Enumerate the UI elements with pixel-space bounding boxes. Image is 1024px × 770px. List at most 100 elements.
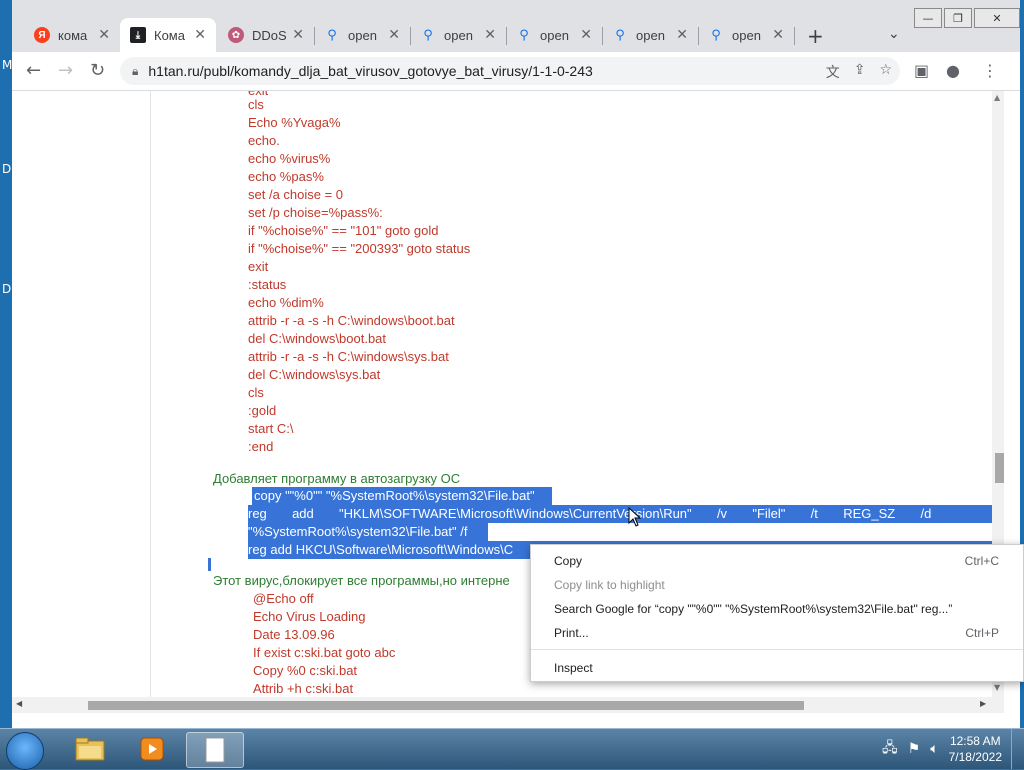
volume-icon[interactable]: 🔈︎ bbox=[930, 741, 938, 757]
back-button[interactable]: ← bbox=[26, 60, 41, 81]
forward-button[interactable]: → bbox=[58, 60, 73, 81]
close-tab-icon[interactable]: ✕ bbox=[194, 27, 206, 43]
code-line: @Echo off bbox=[253, 591, 314, 606]
close-window-button[interactable]: ✕ bbox=[974, 8, 1020, 28]
tab-search-5[interactable]: ⚲ open ✕ bbox=[698, 18, 794, 52]
code-line: set /p choise=%pass%: bbox=[248, 205, 383, 220]
tab-yandex[interactable]: Я кома ✕ bbox=[24, 18, 120, 52]
close-tab-icon[interactable]: ✕ bbox=[772, 27, 784, 43]
new-tab-button[interactable]: + bbox=[807, 24, 824, 48]
tab-strip: — ❐ ✕ Я кома ✕ ⤓ Кома ✕ ✿ DDoS ✕ ⚲ open … bbox=[12, 0, 1020, 52]
media-player-icon bbox=[140, 737, 164, 761]
tab-search-2[interactable]: ⚲ open ✕ bbox=[410, 18, 506, 52]
tab-search-4[interactable]: ⚲ open ✕ bbox=[602, 18, 698, 52]
reload-button[interactable]: ↻ bbox=[90, 60, 105, 81]
search-icon: ⚲ bbox=[423, 27, 433, 42]
code-line: Copy %0 c:ski.bat bbox=[253, 663, 358, 678]
scroll-left-icon[interactable]: ◀ bbox=[16, 699, 22, 708]
close-tab-icon[interactable]: ✕ bbox=[98, 27, 110, 43]
taskbar-chrome[interactable] bbox=[186, 732, 244, 768]
scrollbar-thumb[interactable] bbox=[995, 453, 1004, 483]
horizontal-scrollbar[interactable]: ◀ ▶ bbox=[12, 697, 1004, 713]
tab-active[interactable]: ⤓ Кома ✕ bbox=[120, 18, 216, 52]
context-menu: Copy Ctrl+C Copy link to highlight Searc… bbox=[530, 544, 1024, 682]
scroll-down-icon[interactable]: ▼ bbox=[994, 683, 1000, 692]
browser-toolbar: ← → ↻ 🔒︎ h1tan.ru/publ/komandy_dlja_bat_… bbox=[12, 52, 1020, 91]
bookmark-star-icon[interactable]: ☆ bbox=[879, 62, 892, 82]
code-line: echo %virus% bbox=[248, 151, 331, 166]
clock-date: 7/18/2022 bbox=[948, 750, 1002, 764]
section-heading: Этот вирус,блокирует все программы,но ин… bbox=[213, 573, 510, 588]
desktop-icon-label: M bbox=[2, 58, 13, 72]
code-line: :status bbox=[248, 277, 287, 292]
context-menu-copy-link-highlight[interactable]: Copy link to highlight bbox=[531, 574, 1023, 596]
context-menu-copy[interactable]: Copy Ctrl+C bbox=[531, 550, 1023, 572]
tab-label: DDoS bbox=[252, 27, 287, 43]
translate-icon[interactable]: 文 bbox=[826, 62, 840, 82]
show-desktop-button[interactable] bbox=[1011, 729, 1024, 769]
document-icon bbox=[205, 737, 225, 763]
scrollbar-thumb[interactable] bbox=[88, 701, 804, 710]
selected-code-line[interactable]: copy ""%0"" "%SystemRoot%\system32\File.… bbox=[254, 488, 535, 503]
context-menu-print[interactable]: Print... Ctrl+P bbox=[531, 622, 1023, 644]
profile-icon[interactable]: ● bbox=[946, 61, 960, 80]
code-line: if "%choise%" == "200393" goto status bbox=[248, 241, 471, 256]
close-tab-icon[interactable]: ✕ bbox=[292, 27, 304, 43]
menu-item-shortcut: Ctrl+P bbox=[965, 626, 999, 640]
code-line: exit bbox=[248, 259, 269, 274]
tab-search-1[interactable]: ⚲ open ✕ bbox=[314, 18, 410, 52]
menu-item-label: Print... bbox=[554, 626, 589, 640]
code-line: If exist c:ski.bat goto abc bbox=[253, 645, 396, 660]
side-panel-icon[interactable]: ▣ bbox=[914, 61, 929, 80]
lock-icon[interactable]: 🔒︎ bbox=[132, 64, 138, 79]
code-line: del C:\windows\sys.bat bbox=[248, 367, 381, 382]
restore-button[interactable]: ❐ bbox=[944, 8, 972, 28]
start-button[interactable] bbox=[6, 732, 44, 770]
selected-code-line[interactable]: reg add HKCU\Software\Microsoft\Windows\… bbox=[248, 542, 513, 557]
code-line: set /a choise = 0 bbox=[248, 187, 344, 202]
tab-ddos[interactable]: ✿ DDoS ✕ bbox=[218, 18, 314, 52]
minimize-button[interactable]: — bbox=[914, 8, 942, 28]
tab-search-button[interactable]: ⌄ bbox=[888, 26, 900, 42]
menu-item-label: Copy bbox=[554, 554, 583, 568]
code-line: cls bbox=[248, 385, 264, 400]
tab-search-3[interactable]: ⚲ open ✕ bbox=[506, 18, 602, 52]
scroll-right-icon[interactable]: ▶ bbox=[980, 699, 986, 708]
close-tab-icon[interactable]: ✕ bbox=[388, 27, 400, 43]
address-bar[interactable]: 🔒︎ h1tan.ru/publ/komandy_dlja_bat_viruso… bbox=[120, 57, 900, 85]
share-icon[interactable]: ⇪ bbox=[854, 62, 866, 82]
scroll-up-icon[interactable]: ▲ bbox=[994, 93, 1000, 102]
clock[interactable]: 12:58 AM 7/18/2022 bbox=[949, 733, 1002, 765]
yandex-icon: Я bbox=[34, 27, 50, 43]
code-line: echo %dim% bbox=[248, 295, 324, 310]
selection-caret bbox=[208, 558, 211, 571]
taskbar-media-player[interactable] bbox=[124, 732, 180, 766]
menu-item-label: Inspect bbox=[554, 661, 593, 675]
clock-time: 12:58 AM bbox=[949, 734, 1001, 748]
selected-code-line[interactable]: "%SystemRoot%\system32\File.bat" /f bbox=[248, 524, 467, 539]
network-icon[interactable]: 🖧︎ bbox=[882, 737, 898, 761]
url-text[interactable]: h1tan.ru/publ/komandy_dlja_bat_virusov_g… bbox=[148, 63, 592, 79]
tab-label: open bbox=[732, 27, 761, 43]
action-center-flag-icon[interactable]: ⚑ bbox=[908, 741, 921, 757]
system-tray: 🖧︎ ⚑ 🔈︎ 12:58 AM 7/18/2022 bbox=[882, 729, 1024, 769]
search-icon: ⚲ bbox=[615, 27, 625, 42]
code-line: start C:\ bbox=[248, 421, 294, 436]
code-line: if "%choise%" == "101" goto gold bbox=[248, 223, 439, 238]
menu-separator bbox=[531, 649, 1023, 650]
context-menu-search-google[interactable]: Search Google for “copy ""%0"" "%SystemR… bbox=[531, 598, 1023, 620]
close-tab-icon[interactable]: ✕ bbox=[484, 27, 496, 43]
close-tab-icon[interactable]: ✕ bbox=[580, 27, 592, 43]
code-line: Echo %Yvaga% bbox=[248, 115, 341, 130]
desktop-icon-label: D bbox=[2, 162, 12, 176]
tab-label: open bbox=[444, 27, 473, 43]
menu-kebab-icon[interactable]: ⋮ bbox=[982, 61, 998, 80]
menu-item-label: Search Google for “copy ""%0"" "%SystemR… bbox=[554, 602, 953, 616]
section-heading: Добавляет программу в автозагрузку ОС bbox=[213, 471, 461, 486]
taskbar-explorer[interactable] bbox=[62, 732, 118, 766]
code-line: Echo Virus Loading bbox=[253, 609, 366, 624]
context-menu-inspect[interactable]: Inspect bbox=[531, 657, 1023, 679]
selected-code-line[interactable]: reg add "HKLM\SOFTWARE\Microsoft\Windows… bbox=[248, 506, 931, 521]
desktop-icon-label: D bbox=[2, 282, 12, 296]
close-tab-icon[interactable]: ✕ bbox=[676, 27, 688, 43]
